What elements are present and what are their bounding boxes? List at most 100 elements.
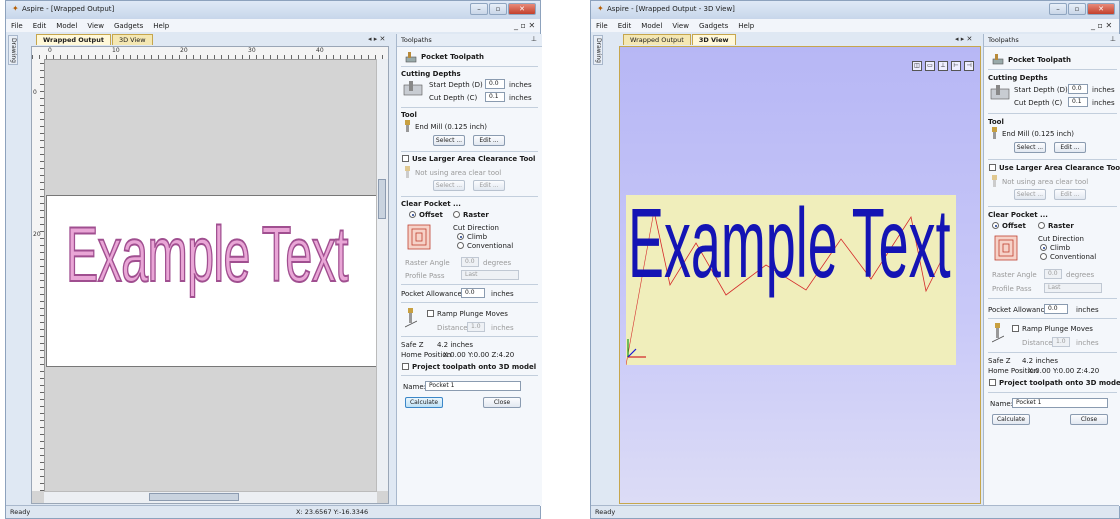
select-larger-tool-button[interactable]: Select ... [1014, 189, 1046, 200]
menu-help[interactable]: Help [738, 22, 754, 30]
end-mill-icon [405, 166, 410, 178]
ramp-plunge-checkbox[interactable] [1012, 325, 1019, 332]
close-panel-button[interactable]: Close [483, 397, 521, 408]
raster-radio[interactable] [453, 211, 460, 218]
raster-angle-input[interactable]: 0.0 [461, 257, 479, 267]
distance-input[interactable]: 1.0 [1052, 337, 1070, 347]
edit-larger-tool-button[interactable]: Edit ... [1054, 189, 1086, 200]
pocket-toolpath-icon [405, 52, 417, 63]
menu-model[interactable]: Model [56, 22, 77, 30]
edit-tool-button[interactable]: Edit ... [1054, 142, 1086, 153]
clear-pocket-heading: Clear Pocket ... [401, 200, 461, 208]
divider [401, 284, 538, 285]
raster-angle-input[interactable]: 0.0 [1044, 269, 1062, 279]
maximize-button[interactable]: ▫ [1068, 3, 1086, 15]
toolpath-name-input[interactable]: Pocket 1 [425, 381, 521, 391]
divider [401, 196, 538, 197]
select-tool-button[interactable]: Select ... [1014, 142, 1046, 153]
menu-edit[interactable]: Edit [618, 22, 632, 30]
select-tool-button[interactable]: Select ... [433, 135, 465, 146]
tab-scroll-arrows[interactable]: ◂ ▸ ✕ [368, 35, 385, 43]
close-button[interactable]: ✕ [1087, 3, 1115, 15]
close-button[interactable]: ✕ [508, 3, 536, 15]
horizontal-scrollbar[interactable] [44, 491, 377, 503]
view-front-icon[interactable]: ⊥ [938, 61, 948, 71]
menu-gadgets[interactable]: Gadgets [699, 22, 728, 30]
view-toolbar: ◫ ▭ ⊥ ⊢ ⊣ [912, 61, 974, 71]
calculate-button[interactable]: Calculate [405, 397, 443, 408]
pin-icon[interactable]: ⊥ [1110, 35, 1116, 43]
menu-file[interactable]: File [596, 22, 608, 30]
start-depth-input[interactable]: 0.0 [485, 79, 505, 89]
edit-tool-button[interactable]: Edit ... [473, 135, 505, 146]
menu-help[interactable]: Help [153, 22, 169, 30]
ramp-plunge-icon [992, 323, 1004, 343]
ramp-plunge-checkbox[interactable] [427, 310, 434, 317]
offset-radio[interactable] [992, 222, 999, 229]
minimize-button[interactable]: – [1049, 3, 1067, 15]
profile-pass-select[interactable]: Last [1044, 283, 1102, 293]
menu-gadgets[interactable]: Gadgets [114, 22, 143, 30]
mdi-window-buttons[interactable]: _ ▫ ✕ [1091, 21, 1112, 30]
scroll-thumb[interactable] [378, 179, 386, 219]
profile-pass-label: Profile Pass [405, 272, 445, 280]
wrapped-example-text[interactable]: Example Text [65, 209, 349, 300]
drawing-side-tab[interactable]: Drawing [593, 35, 603, 65]
cut-depth-input[interactable]: 0.1 [1068, 97, 1088, 107]
tab-wrapped-output[interactable]: Wrapped Output [36, 34, 111, 45]
conventional-radio[interactable] [457, 242, 464, 249]
tab-3d-view[interactable]: 3D View [111, 34, 153, 45]
larger-tool-checkbox[interactable] [989, 164, 996, 171]
pocket-toolpath-heading: Pocket Toolpath [1008, 56, 1072, 64]
drawing-side-tab[interactable]: Drawing [8, 35, 18, 65]
select-larger-tool-button[interactable]: Select ... [433, 180, 465, 191]
name-label: Name: [403, 383, 427, 391]
climb-radio[interactable] [1040, 244, 1047, 251]
scroll-thumb[interactable] [149, 493, 239, 501]
offset-radio[interactable] [409, 211, 416, 218]
pocket-allowance-input[interactable]: 0.0 [1044, 304, 1068, 314]
ruler-label: 20 [33, 231, 41, 238]
model-example-text[interactable]: Example Text [628, 187, 951, 300]
calculate-button[interactable]: Calculate [992, 414, 1030, 425]
close-panel-button[interactable]: Close [1070, 414, 1108, 425]
aspire-app-icon: ✦ [12, 4, 19, 13]
view-right-icon[interactable]: ⊢ [951, 61, 961, 71]
cut-depth-input[interactable]: 0.1 [485, 92, 505, 102]
mdi-window-buttons[interactable]: _ ▫ ✕ [514, 21, 535, 30]
edit-larger-tool-button[interactable]: Edit ... [473, 180, 505, 191]
minimize-button[interactable]: – [470, 3, 488, 15]
tab-scroll-arrows[interactable]: ◂ ▸ ✕ [955, 35, 972, 43]
project-toolpath-checkbox[interactable] [989, 379, 996, 386]
view-3d-icon[interactable]: ◫ [912, 61, 922, 71]
climb-radio[interactable] [457, 233, 464, 240]
divider [401, 107, 538, 108]
project-toolpath-checkbox[interactable] [402, 363, 409, 370]
menu-view[interactable]: View [87, 22, 104, 30]
pin-icon[interactable]: ⊥ [531, 35, 537, 43]
menu-edit[interactable]: Edit [33, 22, 47, 30]
menu-model[interactable]: Model [641, 22, 662, 30]
pocket-allowance-input[interactable]: 0.0 [461, 288, 485, 298]
toolpath-name-input[interactable]: Pocket 1 [1012, 398, 1108, 408]
drawing-side-tab-label: Drawing [10, 38, 17, 63]
status-bar: Ready X: 23.6567 Y:-16.3346 [6, 505, 540, 518]
tab-3d-view[interactable]: 3D View [691, 34, 736, 45]
tab-wrapped-output[interactable]: Wrapped Output [623, 34, 691, 45]
start-depth-input[interactable]: 0.0 [1068, 84, 1088, 94]
divider [988, 318, 1117, 319]
menu-file[interactable]: File [11, 22, 23, 30]
raster-radio[interactable] [1038, 222, 1045, 229]
pocket-toolpath-icon [992, 54, 1004, 65]
maximize-button[interactable]: ▫ [489, 3, 507, 15]
menu-view[interactable]: View [672, 22, 689, 30]
safe-z-label: Safe Z [988, 357, 1011, 365]
climb-label: Climb [1050, 244, 1071, 252]
distance-input[interactable]: 1.0 [467, 322, 485, 332]
conventional-radio[interactable] [1040, 253, 1047, 260]
vertical-scrollbar[interactable] [376, 59, 388, 491]
profile-pass-select[interactable]: Last [461, 270, 519, 280]
view-left-icon[interactable]: ⊣ [964, 61, 974, 71]
larger-tool-checkbox[interactable] [402, 155, 409, 162]
view-top-icon[interactable]: ▭ [925, 61, 935, 71]
